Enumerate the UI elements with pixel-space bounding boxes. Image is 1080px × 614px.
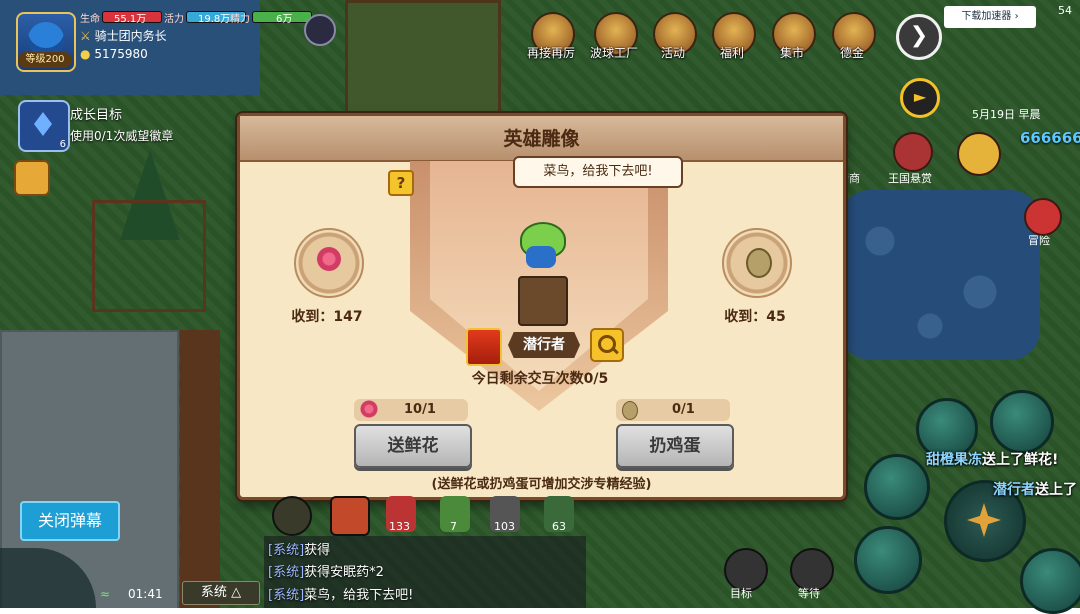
expand-arrow-icon[interactable]: ❯ — [896, 14, 942, 60]
score-display: 666666 — [1020, 129, 1080, 147]
chat-bubble-icon[interactable] — [14, 160, 50, 196]
chat-text: 菜鸟，给我下去吧! — [304, 588, 414, 603]
throw-egg-button[interactable]: 扔鸡蛋 — [616, 424, 734, 468]
statue-pedestal — [518, 276, 568, 326]
chevron-up-icon: △ — [231, 585, 242, 600]
flower-count: 10/1 — [404, 402, 436, 417]
chest-slot-icon[interactable] — [330, 496, 370, 536]
chat-text: 获得 — [304, 543, 331, 558]
item-count-3: 63 — [552, 520, 566, 533]
item-count-1: 7 — [450, 520, 457, 533]
badge-number: 54 — [1058, 4, 1072, 17]
egg-count: 0/1 — [672, 402, 695, 417]
growth-goal-title: 成长目标 — [70, 108, 123, 123]
chat-text: 获得安眠药*2 — [304, 565, 384, 580]
growth-badge: 6 — [59, 139, 66, 150]
skill-music-icon[interactable] — [864, 454, 930, 520]
menu-label-0: 再接再厉 — [526, 46, 575, 60]
hp-value: 55.1万 — [114, 14, 147, 25]
egg-received-medal — [722, 228, 792, 298]
egg-count-pill: 0/1 — [616, 399, 730, 421]
bounty-icon[interactable] — [893, 132, 933, 172]
statue-speech-bubble: 菜鸟，给我下去吧! — [513, 156, 683, 188]
gold-display: ● 5175980 — [80, 47, 148, 61]
menu-label-5: 德金 — [839, 46, 864, 60]
chat-log[interactable]: [系统]获得 [系统]获得安眠药*2 [系统]菜鸟，给我下去吧! — [264, 536, 586, 608]
download-banner[interactable]: 下载加速器 › — [944, 6, 1036, 28]
wifi-icon: ≈ — [100, 587, 111, 601]
hero-statue — [506, 216, 576, 326]
chat-line: [系统]获得安眠药*2 — [268, 561, 384, 580]
hp-label: 生命 — [80, 14, 100, 25]
date-text: 5月19日 — [972, 108, 1015, 121]
vigor-label: 活力 — [164, 14, 184, 25]
statue-hero-figure — [526, 246, 556, 268]
growth-goal-desc: 使用0/1次威望徽章 — [70, 129, 174, 143]
bottom-label-wait: 等待 — [798, 587, 820, 600]
download-label: 下载加速器 — [961, 11, 1012, 22]
player-title-text: 骑士团内务长 — [94, 29, 167, 43]
clock-time: 01:41 — [128, 587, 163, 601]
backpack-icon[interactable] — [957, 132, 1001, 176]
chat-line: [系统]菜鸟，给我下去吧! — [268, 584, 413, 603]
gold-amount: 5175980 — [94, 47, 148, 61]
vigor-value: 19.8万 — [198, 14, 231, 25]
danmu-user: 潜行者 — [993, 482, 1035, 498]
refresh-icon[interactable] — [1020, 548, 1080, 614]
close-danmu-button[interactable]: 关闭弹幕 — [20, 501, 120, 541]
rose-small-icon — [360, 400, 378, 418]
energy-label: 精力 — [230, 14, 250, 25]
send-flower-button[interactable]: 送鲜花 — [354, 424, 472, 468]
chat-channel-select[interactable]: 系统 △ — [182, 581, 260, 605]
energy-value: 6万 — [276, 14, 293, 25]
egg-received-count: 收到：45 — [724, 309, 786, 325]
danmu-text: 送上了鲜花! — [982, 452, 1059, 468]
chat-tag: [系统] — [268, 588, 305, 603]
stat-bars: 生命 55.1万 活力 19.8万 精力 6万 — [80, 10, 312, 25]
settings-eye-icon[interactable] — [304, 14, 336, 46]
adventure-icon[interactable] — [1024, 198, 1062, 236]
flower-received-count: 收到：147 — [291, 309, 363, 325]
rose-icon — [317, 247, 341, 271]
chat-tag: [系统] — [268, 565, 305, 580]
dialog-title: 英雄雕像 — [503, 128, 580, 150]
egg-small-icon — [622, 401, 638, 420]
flower-received-medal — [294, 228, 364, 298]
danmu-user: 甜橙果冻 — [926, 452, 982, 468]
danmu-message: 甜橙果冻送上了鲜花! — [926, 449, 1058, 469]
side-label-bounty: 王国悬赏 — [888, 172, 932, 185]
skill-dash-icon[interactable] — [990, 390, 1054, 454]
item-count-2: 103 — [494, 520, 515, 533]
gear-icon[interactable] — [272, 496, 312, 536]
chat-channel-label: 系统 — [200, 585, 227, 600]
player-level: 等级200 — [18, 52, 72, 68]
play-arrow-icon[interactable]: ► — [900, 78, 940, 118]
date-display: 5月19日 早晨 — [972, 106, 1041, 122]
danmu-text: 送上了 — [1035, 482, 1077, 498]
remaining-interactions: 今日剩余交互次数0/5 — [471, 371, 609, 387]
shuriken-icon — [967, 503, 1001, 537]
bottom-label-target: 目标 — [730, 587, 752, 600]
rotten-egg-icon — [746, 248, 772, 278]
hero-statue-dialog: 英雄雕像 ? 菜鸟，给我下去吧! 收到：147 收到：45 潜行者 今日剩余交互… — [237, 113, 846, 500]
growth-goal-icon[interactable]: 6 — [18, 100, 70, 152]
flower-count-pill: 10/1 — [354, 399, 468, 421]
help-button[interactable]: ? — [388, 170, 414, 196]
skill-nature-icon[interactable] — [854, 526, 922, 594]
item-count-0: 133 — [389, 520, 410, 533]
dialog-footnote: (送鲜花或扔鸡蛋可增加交涉专精经验) — [431, 477, 652, 492]
gold-icon: ● — [80, 47, 91, 61]
statue-hero-name: 潜行者 — [508, 332, 580, 358]
chat-tag: [系统] — [268, 543, 305, 558]
time-of-day: 早晨 — [1018, 108, 1041, 121]
player-title: ⚔ 骑士团内务长 — [80, 27, 167, 44]
title-icon: ⚔ — [80, 29, 91, 43]
treasure-chest-icon[interactable] — [466, 328, 502, 366]
search-icon[interactable] — [590, 328, 624, 362]
danmu-message: 潜行者送上了 — [993, 479, 1077, 499]
chat-line: [系统]获得 — [268, 539, 330, 558]
